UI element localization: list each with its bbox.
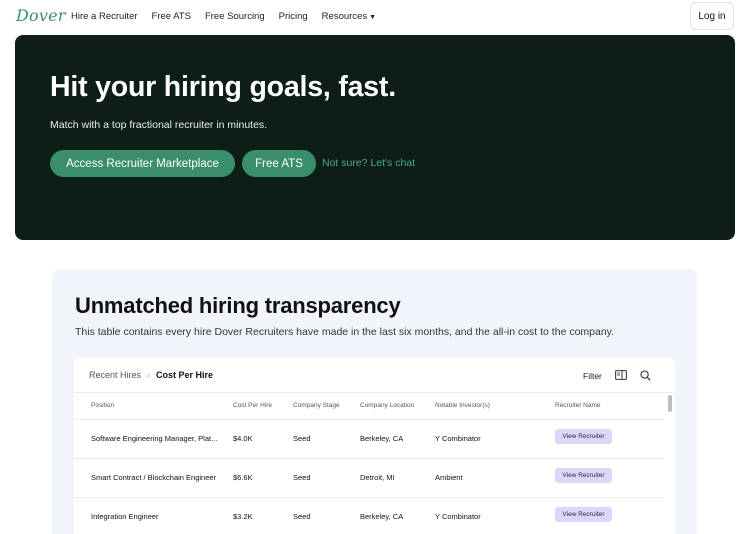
nav-links: Hire a Recruiter Free ATS Free Sourcing …: [71, 11, 376, 22]
table-header: Position Cost Per Hire Company Stage Com…: [74, 393, 664, 419]
breadcrumb-cost-per-hire: Cost Per Hire: [156, 370, 214, 380]
breadcrumb: Recent Hires › Cost Per Hire: [89, 370, 213, 380]
view-recruiter-button[interactable]: View Recruiter: [555, 468, 612, 483]
caret-down-icon: ▼: [369, 14, 377, 21]
free-ats-button[interactable]: Free ATS: [242, 150, 316, 177]
cell-cost: $6.6K: [233, 473, 253, 482]
nav-link-resources[interactable]: Resources ▼: [322, 11, 376, 22]
cell-stage: Seed: [293, 512, 311, 521]
login-button[interactable]: Log in: [690, 2, 734, 30]
section-subtitle: This table contains every hire Dover Rec…: [75, 326, 615, 338]
section-title: Unmatched hiring transparency: [75, 293, 401, 318]
breadcrumb-recent-hires[interactable]: Recent Hires: [89, 370, 141, 380]
lets-chat-link[interactable]: Not sure? Let's chat: [322, 157, 415, 169]
cell-stage: Seed: [293, 473, 311, 482]
table-row: Software Engineering Manager, Plat... $4…: [74, 419, 664, 458]
cell-investor: Y Combinator: [435, 512, 481, 521]
cell-cost: $3.2K: [233, 512, 253, 521]
nav-link-resources-label: Resources: [321, 11, 368, 22]
view-recruiter-button[interactable]: View Recruiter: [555, 429, 612, 444]
nav-link-free-sourcing[interactable]: Free Sourcing: [205, 11, 265, 22]
cell-investor: Y Combinator: [435, 434, 481, 443]
access-recruiter-marketplace-button[interactable]: Access Recruiter Marketplace: [50, 150, 235, 177]
col-header-location[interactable]: Company Location: [360, 402, 414, 409]
cell-stage: Seed: [293, 434, 311, 443]
hero-title: Hit your hiring goals, fast.: [50, 71, 396, 103]
dover-logo[interactable]: Dover: [16, 6, 66, 25]
top-nav: Dover Hire a Recruiter Free ATS Free Sou…: [0, 0, 751, 32]
cell-location: Detroit, MI: [360, 473, 395, 482]
cell-location: Berkeley, CA: [360, 434, 404, 443]
view-recruiter-button[interactable]: View Recruiter: [555, 507, 612, 522]
cell-investor: Ambient: [435, 473, 463, 482]
col-header-stage[interactable]: Company Stage: [293, 402, 340, 409]
col-header-cost[interactable]: Cost Per Hire: [233, 402, 272, 409]
chevron-right-icon: ›: [147, 370, 151, 380]
table-row: Integration Engineer $3.2K Seed Berkeley…: [74, 497, 664, 534]
cell-position: Software Engineering Manager, Plat...: [91, 434, 218, 443]
col-header-position[interactable]: Position: [91, 402, 114, 409]
filter-button[interactable]: Filter: [583, 371, 602, 381]
cell-location: Berkeley, CA: [360, 512, 404, 521]
hero-banner: Hit your hiring goals, fast. Match with …: [15, 35, 735, 240]
hires-table-card: Recent Hires › Cost Per Hire Filter Posi…: [74, 358, 675, 534]
nav-link-hire-recruiter[interactable]: Hire a Recruiter: [71, 11, 138, 22]
table-row: Smart Contract / Blockchain Engineer $6.…: [74, 458, 664, 497]
hero-subtitle: Match with a top fractional recruiter in…: [50, 119, 268, 131]
cell-position: Integration Engineer: [91, 512, 159, 521]
cell-position: Smart Contract / Blockchain Engineer: [91, 473, 217, 482]
nav-link-pricing[interactable]: Pricing: [279, 11, 308, 22]
table-scrollbar[interactable]: [668, 395, 672, 412]
transparency-section: Unmatched hiring transparency This table…: [52, 269, 697, 534]
nav-link-free-ats[interactable]: Free ATS: [152, 11, 191, 22]
col-header-investors[interactable]: Notable Investor(s): [435, 402, 490, 409]
search-icon[interactable]: [640, 370, 651, 381]
cell-cost: $4.0K: [233, 434, 253, 443]
col-header-recruiter[interactable]: Recruiter Name: [555, 402, 601, 409]
columns-icon[interactable]: [615, 370, 627, 380]
